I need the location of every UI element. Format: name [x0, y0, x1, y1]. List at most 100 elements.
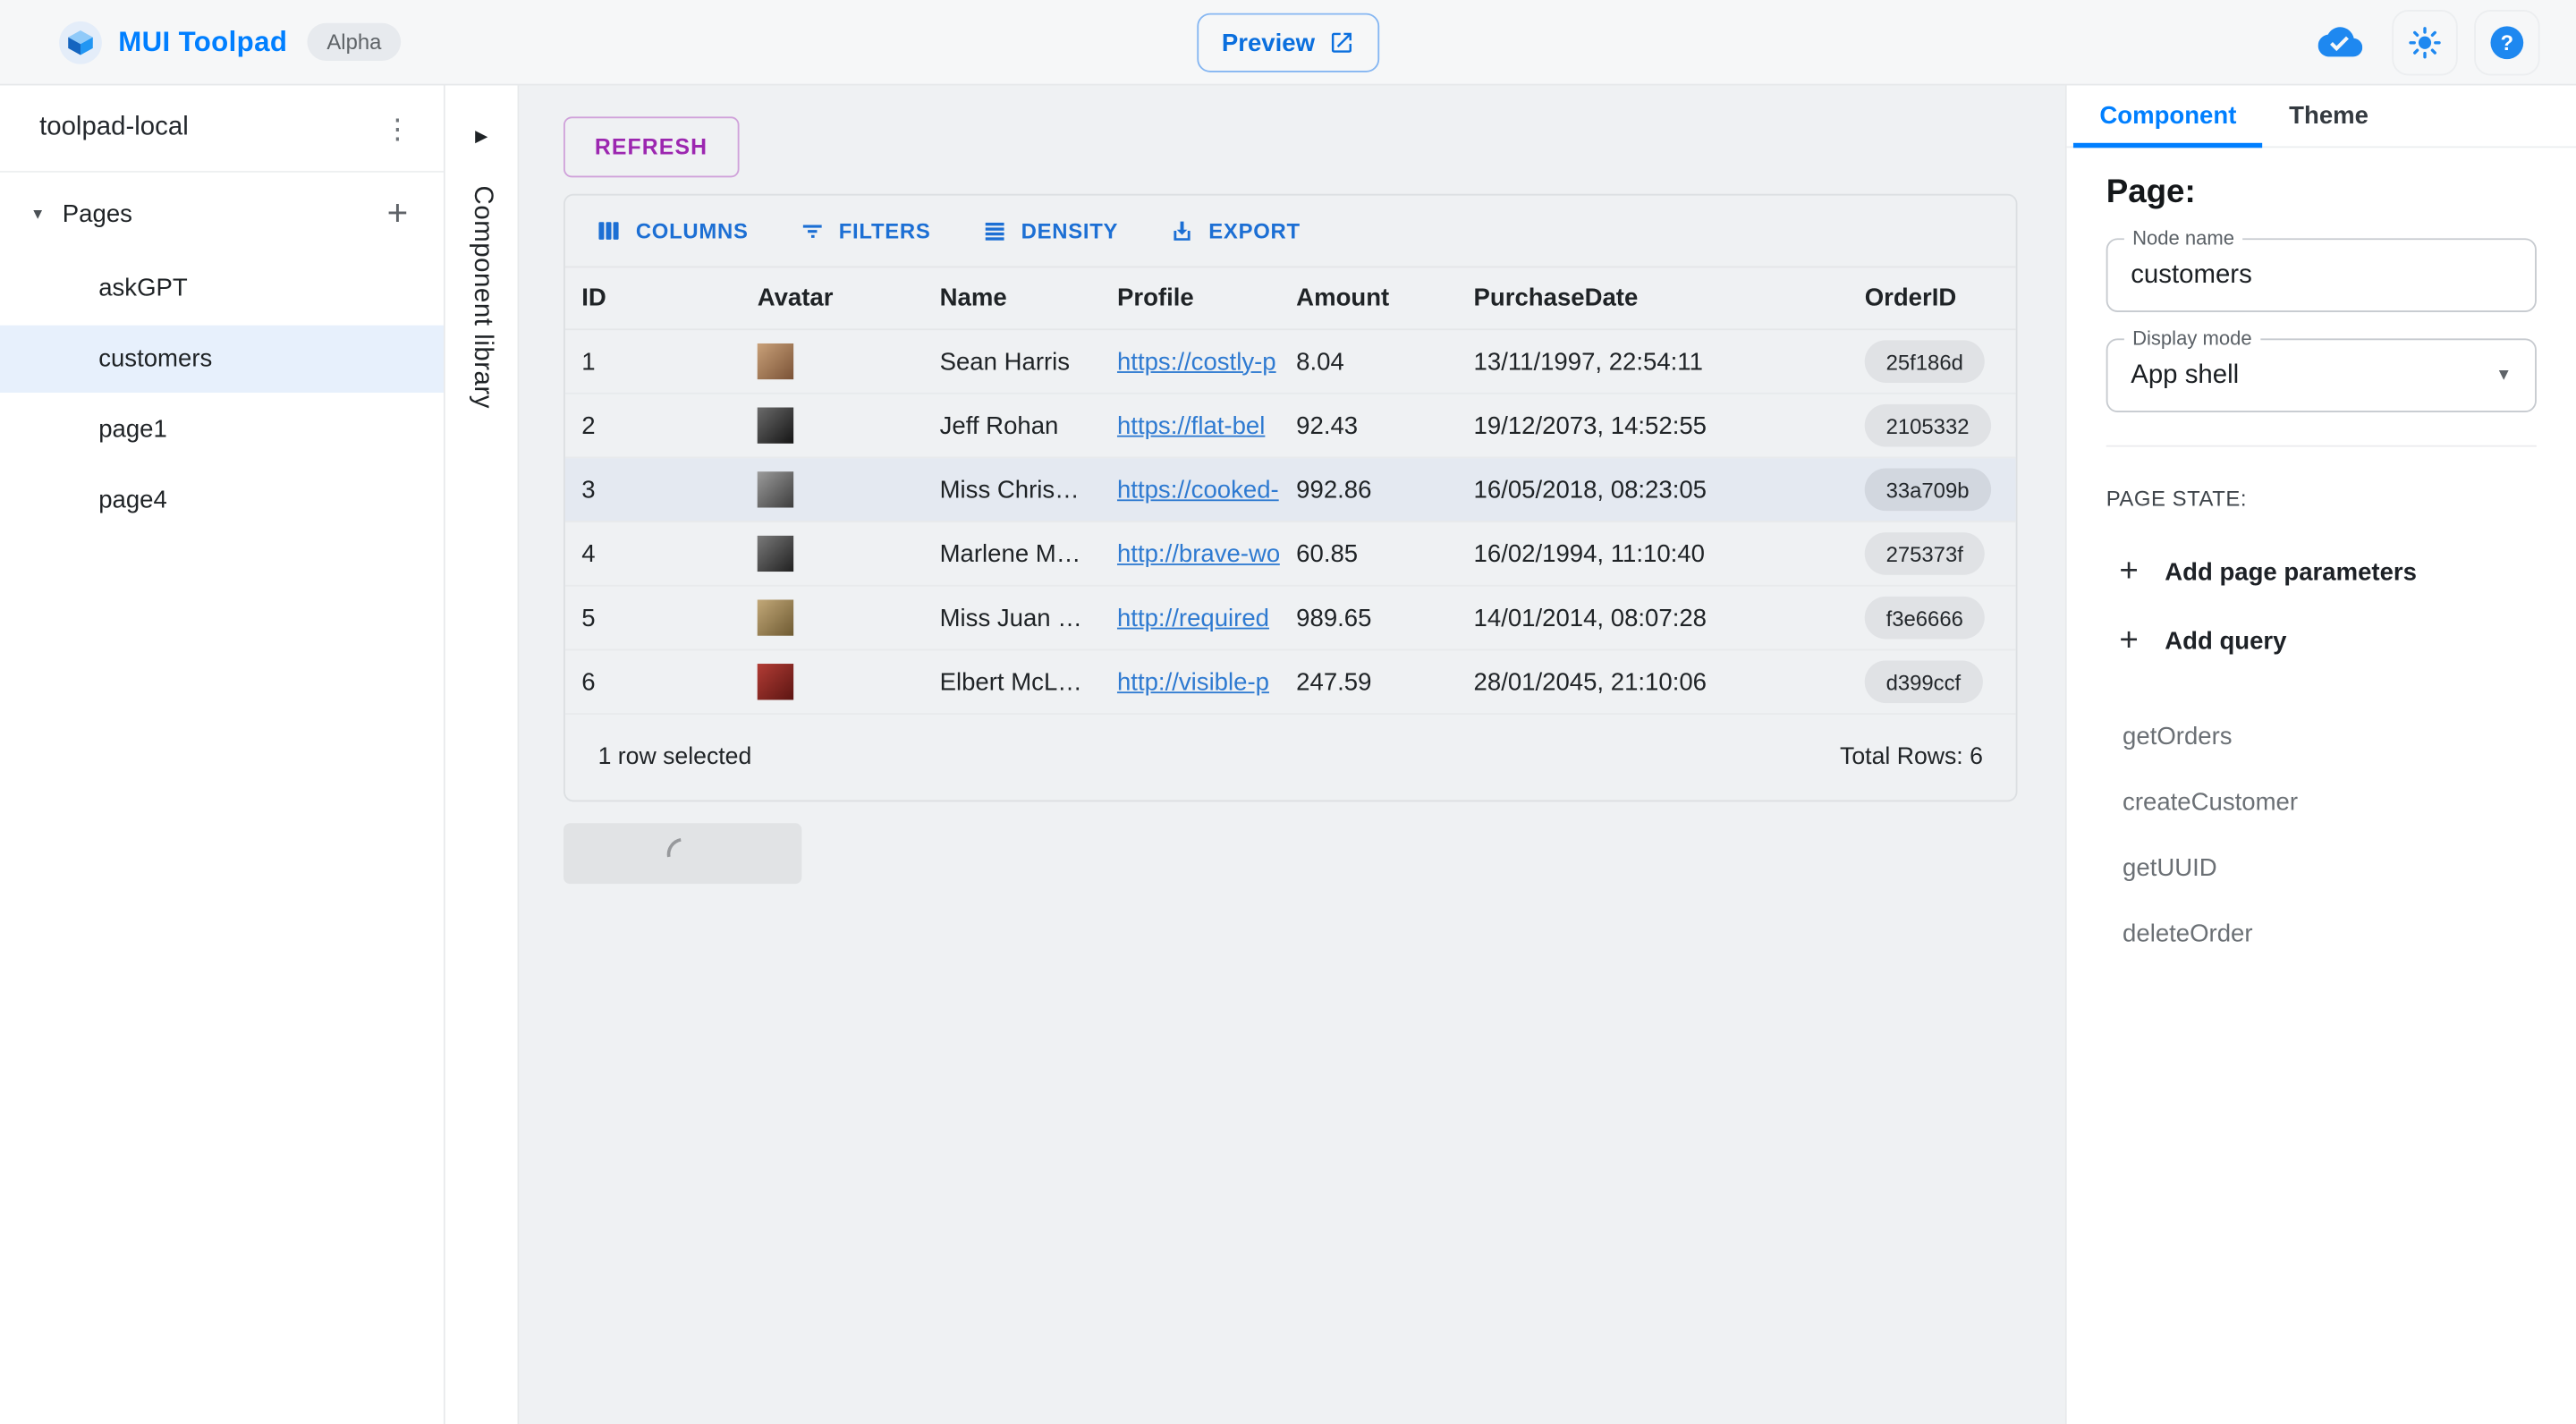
refresh-button[interactable]: REFRESH [564, 116, 739, 177]
node-name-value[interactable]: customers [2131, 260, 2512, 290]
orderid-chip: 2105332 [1865, 404, 1991, 447]
column-header-purchasedate[interactable]: PurchaseDate [1457, 284, 1848, 312]
avatar [758, 664, 793, 699]
filters-label: FILTERS [839, 218, 931, 243]
cell-purchasedate: 14/01/2014, 08:07:28 [1457, 604, 1848, 631]
avatar [758, 408, 793, 444]
density-button[interactable]: DENSITY [970, 210, 1129, 251]
cell-avatar [741, 343, 923, 379]
cell-orderid: 33a709b [1848, 468, 2015, 511]
table-row[interactable]: 2 Jeff Rohan https://flat-bel 92.43 19/1… [565, 394, 2016, 459]
profile-link[interactable]: https://flat-bel [1117, 411, 1265, 439]
data-grid[interactable]: COLUMNS FILTERS [564, 194, 2018, 802]
profile-link[interactable]: http://visible-p [1117, 668, 1269, 696]
page-canvas: REFRESH COLUMNS [519, 86, 2064, 1424]
cell-purchasedate: 28/01/2045, 21:10:06 [1457, 668, 1848, 696]
app-title: MUI Toolpad [118, 25, 287, 58]
tree-collapse-icon[interactable]: ▼ [16, 206, 59, 222]
profile-link[interactable]: http://brave-wo [1117, 539, 1280, 567]
cell-orderid: f3e6666 [1848, 597, 2015, 640]
cell-profile: https://cooked- [1101, 476, 1280, 504]
app-bar: MUI Toolpad Alpha Preview [0, 0, 2576, 86]
query-list-item[interactable]: createCustomer [2106, 769, 2537, 835]
theme-brightness-button[interactable] [2392, 9, 2457, 74]
project-menu-button[interactable]: ⋮ [371, 102, 424, 155]
profile-link[interactable]: https://cooked- [1117, 476, 1279, 504]
profile-link[interactable]: http://required [1117, 604, 1269, 631]
table-row[interactable]: 5 Miss Juan … http://required 989.65 14/… [565, 587, 2016, 651]
add-page-parameters-button[interactable]: + Add page parameters [2106, 555, 2537, 589]
add-page-button[interactable]: + [371, 187, 424, 240]
sidebar-page-item[interactable]: customers [0, 326, 444, 393]
expand-library-icon[interactable]: ▶ [475, 128, 487, 146]
table-row[interactable]: 6 Elbert McL… http://visible-p 247.59 28… [565, 650, 2016, 715]
avatar [758, 599, 793, 635]
svg-text:?: ? [2501, 30, 2514, 55]
tab-component[interactable]: Component [2073, 86, 2263, 147]
columns-label: COLUMNS [636, 218, 749, 243]
node-name-field[interactable]: Node name customers [2106, 238, 2537, 312]
display-mode-label: Display mode [2124, 327, 2260, 351]
column-header-avatar[interactable]: Avatar [741, 284, 923, 312]
add-query-button[interactable]: + Add query [2106, 624, 2537, 657]
cell-purchasedate: 16/02/1994, 11:10:40 [1457, 539, 1848, 567]
cell-orderid: 25f186d [1848, 340, 2015, 383]
cell-avatar [741, 536, 923, 572]
cell-orderid: 275373f [1848, 532, 2015, 575]
profile-link[interactable]: https://costly-p [1117, 347, 1276, 375]
sidebar-page-item[interactable]: page4 [0, 467, 444, 534]
cell-name: Jeff Rohan [923, 411, 1100, 439]
cell-name: Miss Chris… [923, 476, 1100, 504]
help-icon: ? [2487, 22, 2527, 62]
alpha-badge: Alpha [307, 23, 401, 61]
table-row[interactable]: 3 Miss Chris… https://cooked- 992.86 16/… [565, 458, 2016, 522]
cell-id: 4 [565, 539, 741, 567]
export-button[interactable]: EXPORT [1157, 210, 1310, 251]
avatar [758, 343, 793, 379]
query-label: createCustomer [2123, 788, 2298, 816]
orderid-chip: d399ccf [1865, 660, 1982, 703]
query-list-item[interactable]: getUUID [2106, 835, 2537, 900]
orderid-chip: 25f186d [1865, 340, 1985, 383]
columns-button[interactable]: COLUMNS [585, 210, 758, 251]
query-list-item[interactable]: deleteOrder [2106, 901, 2537, 966]
plus-icon: + [2119, 624, 2138, 657]
density-label: DENSITY [1021, 218, 1119, 243]
table-row[interactable]: 4 Marlene M… http://brave-wo 60.85 16/02… [565, 522, 2016, 587]
help-button[interactable]: ? [2474, 9, 2539, 74]
query-list-item[interactable]: getOrders [2106, 703, 2537, 768]
cloud-sync-button[interactable] [2303, 9, 2376, 74]
column-header-name[interactable]: Name [923, 284, 1100, 312]
grid-rows: 1 Sean Harris https://costly-p 8.04 13/1… [565, 330, 2016, 715]
filter-icon [798, 216, 826, 244]
filters-button[interactable]: FILTERS [788, 210, 941, 251]
column-header-id[interactable]: ID [565, 284, 741, 312]
orderid-chip: 275373f [1865, 532, 1985, 575]
table-row[interactable]: 1 Sean Harris https://costly-p 8.04 13/1… [565, 330, 2016, 394]
column-header-profile[interactable]: Profile [1101, 284, 1280, 312]
preview-button[interactable]: Preview [1197, 13, 1378, 72]
pages-tree-header[interactable]: ▼ Pages + [0, 181, 444, 246]
tab-theme[interactable]: Theme [2263, 86, 2395, 147]
grid-footer: 1 row selected Total Rows: 6 [565, 715, 2016, 801]
grid-header-row: ID Avatar Name Profile Amount PurchaseDa… [565, 267, 2016, 330]
cell-id: 5 [565, 604, 741, 631]
column-header-amount[interactable]: Amount [1280, 284, 1457, 312]
query-list: getOrders createCustomer getUUID deleteO… [2106, 703, 2537, 966]
loading-button[interactable] [564, 823, 801, 884]
cell-profile: http://required [1101, 604, 1280, 631]
cell-amount: 8.04 [1280, 347, 1457, 375]
query-label: getOrders [2123, 722, 2233, 750]
query-label: getUUID [2123, 853, 2217, 881]
sidebar-page-item[interactable]: askGPT [0, 255, 444, 322]
column-header-orderid[interactable]: OrderID [1848, 284, 2015, 312]
project-title: toolpad-local [39, 114, 371, 143]
brightness-sun-icon [2407, 24, 2443, 60]
cell-profile: http://brave-wo [1101, 539, 1280, 567]
toolpad-editor: MUI Toolpad Alpha Preview [0, 0, 2576, 1424]
display-mode-select[interactable]: Display mode App shell ▼ [2106, 338, 2537, 412]
cell-name: Marlene M… [923, 539, 1100, 567]
sidebar-page-item[interactable]: page1 [0, 396, 444, 463]
cell-orderid: 2105332 [1848, 404, 2015, 447]
inspector-tabs: Component Theme [2067, 86, 2576, 148]
